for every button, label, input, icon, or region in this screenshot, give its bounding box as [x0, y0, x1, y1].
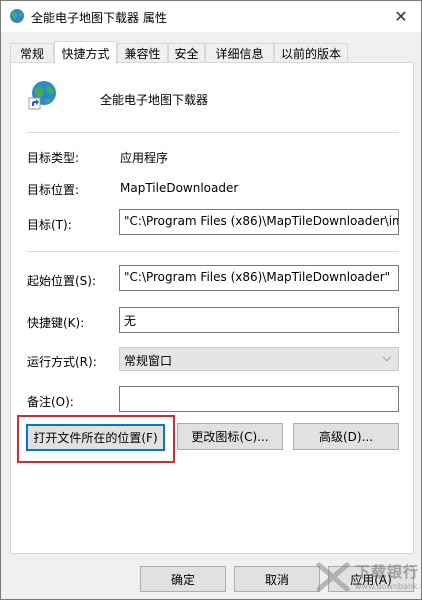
target-location-value: MapTileDownloader [120, 181, 239, 195]
hotkey-field[interactable]: 无 [119, 307, 399, 333]
watermark-text: 下载银行 [355, 563, 420, 581]
run-label: 运行方式(R): [27, 355, 97, 369]
tab-previous-versions[interactable]: 以前的版本 [274, 43, 348, 63]
tab-general[interactable]: 常规 [10, 43, 54, 63]
close-button[interactable]: ✕ [381, 1, 421, 32]
comment-label: 备注(O): [27, 395, 74, 409]
target-type-value: 应用程序 [120, 151, 169, 165]
globe-app-icon [10, 9, 24, 23]
title-bar: 全能电子地图下载器 属性 ✕ [1, 1, 421, 32]
tab-compatibility[interactable]: 兼容性 [117, 43, 168, 63]
tab-security[interactable]: 安全 [168, 43, 205, 63]
tab-shortcut[interactable]: 快捷方式 [54, 41, 117, 64]
shortcut-name: 全能电子地图下载器 [100, 93, 209, 107]
properties-window: 全能电子地图下载器 属性 ✕ 常规 快捷方式 兼容性 安全 详细信息 以前的版本… [0, 0, 422, 600]
start-in-label: 起始位置(S): [27, 274, 97, 288]
watermark-url: www.downbank.cn [355, 582, 422, 591]
chevron-down-icon: ⌵ [382, 351, 391, 364]
window-title: 全能电子地图下载器 属性 [31, 11, 167, 25]
divider [27, 132, 399, 133]
target-location-label: 目标位置: [27, 183, 80, 197]
run-select-value: 常规窗口 [124, 354, 173, 368]
globe-shortcut-icon [28, 81, 56, 110]
tab-details[interactable]: 详细信息 [205, 43, 274, 63]
comment-field[interactable] [119, 386, 399, 412]
target-label: 目标(T): [27, 218, 72, 232]
change-icon-button[interactable]: 更改图标(C)... [177, 423, 283, 450]
tab-bar: 常规 快捷方式 兼容性 安全 详细信息 以前的版本 [1, 41, 421, 64]
cancel-button[interactable]: 取消 [234, 566, 320, 592]
open-file-location-button[interactable]: 打开文件所在的位置(F) [26, 424, 165, 451]
divider [27, 251, 399, 252]
target-field[interactable]: "C:\Program Files (x86)\MapTileDownloade… [119, 209, 399, 235]
watermark-logo [316, 562, 350, 592]
advanced-button[interactable]: 高级(D)... [293, 423, 399, 450]
watermark: 下载银行 www.downbank.cn [313, 555, 422, 600]
hotkey-label: 快捷键(K): [27, 316, 85, 330]
ok-button[interactable]: 确定 [140, 566, 226, 592]
target-type-label: 目标类型: [27, 151, 80, 165]
run-select[interactable]: 常规窗口 ⌵ [119, 347, 399, 371]
start-in-field[interactable]: "C:\Program Files (x86)\MapTileDownloade… [119, 265, 399, 291]
shortcut-panel: 全能电子地图下载器 目标类型: 应用程序 目标位置: MapTileDownlo… [10, 62, 414, 554]
close-icon: ✕ [394, 7, 408, 26]
